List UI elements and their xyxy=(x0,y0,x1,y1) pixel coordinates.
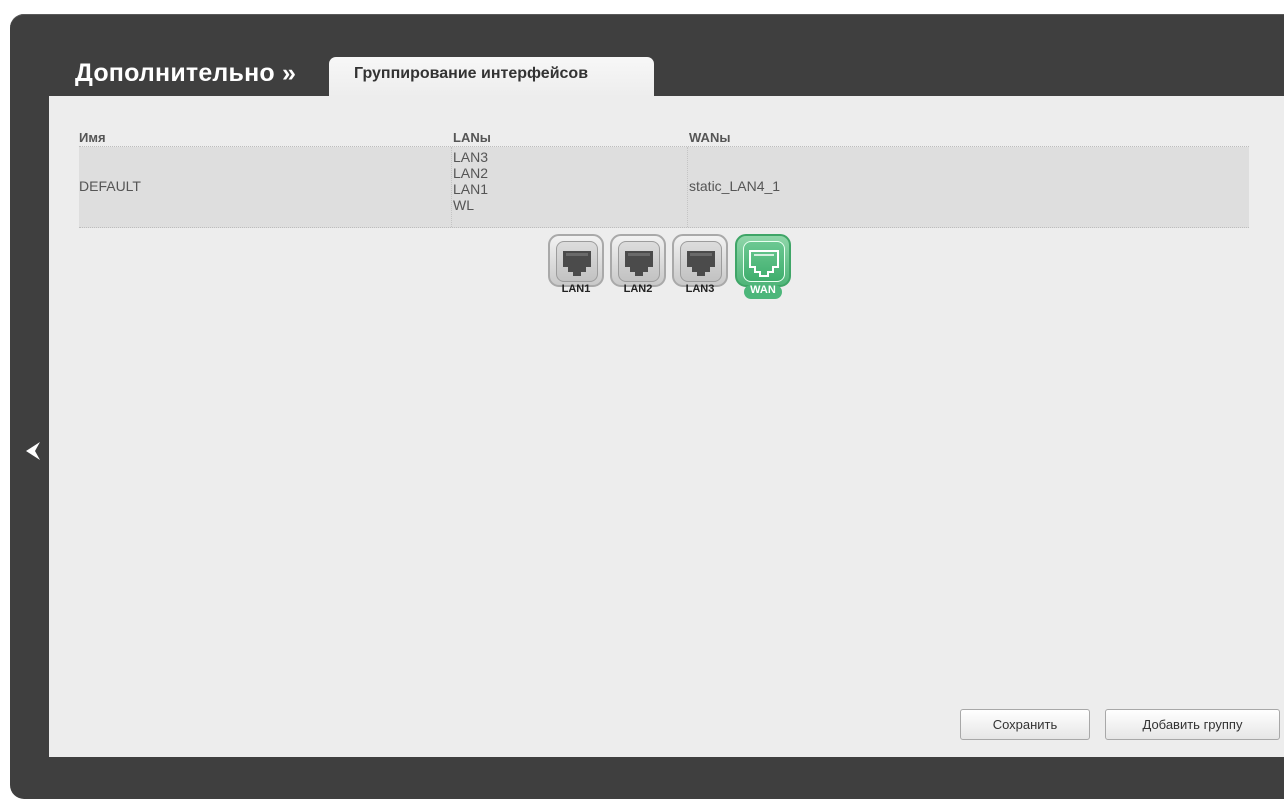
port-label: LAN1 xyxy=(561,283,591,295)
port-label: LAN3 xyxy=(685,283,715,295)
port-lan2[interactable]: LAN2 xyxy=(610,234,666,298)
port-socket xyxy=(680,241,722,282)
row-wans-cell: static_LAN4_1 xyxy=(689,178,781,194)
column-header-lans: LANы xyxy=(453,130,491,145)
port-lan3[interactable]: LAN3 xyxy=(672,234,728,298)
port-lan1[interactable]: LAN1 xyxy=(548,234,604,298)
column-divider xyxy=(451,147,452,227)
ethernet-port-icon xyxy=(625,251,653,276)
row-lans-cell: LAN3 LAN2 LAN1 WL xyxy=(453,149,488,213)
ethernet-port-icon xyxy=(563,251,591,276)
lan-entry: LAN2 xyxy=(453,165,489,181)
save-button[interactable]: Сохранить xyxy=(960,709,1090,740)
port-frame xyxy=(548,234,604,287)
port-socket xyxy=(618,241,660,282)
lan-entry: LAN1 xyxy=(453,181,489,197)
ethernet-port-icon xyxy=(749,250,779,277)
table-row[interactable] xyxy=(79,147,1249,228)
port-label: LAN2 xyxy=(623,283,653,295)
ethernet-port-icon xyxy=(687,251,715,276)
column-header-name: Имя xyxy=(79,130,106,145)
column-divider xyxy=(687,147,688,227)
column-header-wans: WANы xyxy=(689,130,731,145)
section-title[interactable]: Дополнительно » xyxy=(75,59,296,88)
port-frame xyxy=(672,234,728,287)
back-arrow-icon[interactable] xyxy=(24,439,44,463)
row-name-cell: DEFAULT xyxy=(79,178,141,194)
tab-interface-grouping[interactable]: Группирование интерфейсов xyxy=(329,57,654,97)
add-group-button[interactable]: Добавить группу xyxy=(1105,709,1280,740)
port-socket xyxy=(556,241,598,282)
lan-entry: WL xyxy=(453,197,474,213)
tab-label: Группирование интерфейсов xyxy=(354,65,589,82)
port-label: WAN xyxy=(750,284,776,296)
port-socket xyxy=(743,241,785,282)
lan-entry: LAN3 xyxy=(453,149,489,165)
port-frame xyxy=(735,234,791,287)
port-frame xyxy=(610,234,666,287)
port-wan[interactable]: WAN xyxy=(735,234,791,299)
